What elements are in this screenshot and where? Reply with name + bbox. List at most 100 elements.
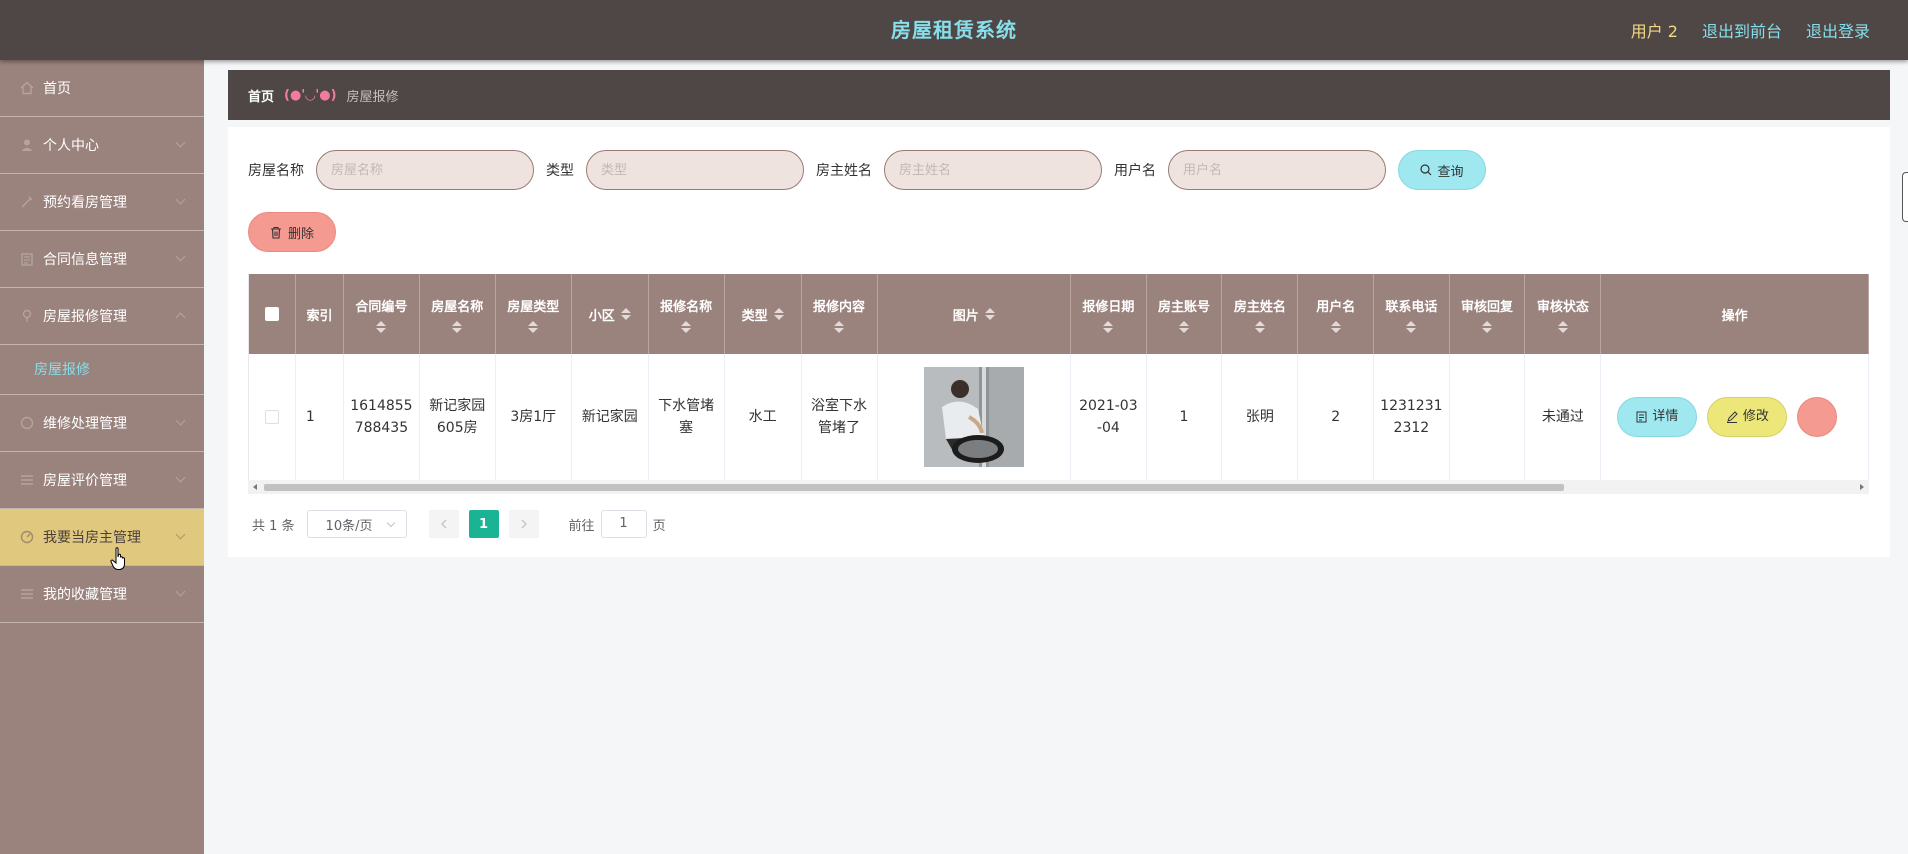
edit-button[interactable]: 修改 — [1707, 396, 1788, 437]
user-icon — [20, 138, 34, 152]
next-page-button[interactable] — [508, 510, 539, 538]
column-header-repair-content[interactable]: 报修内容 — [801, 274, 878, 354]
breadcrumb-home[interactable]: 首页 — [248, 86, 274, 105]
sort-icon[interactable] — [1482, 320, 1493, 333]
repair-table: 索引 合同编号 房屋名称 房屋类型 小区 报修名称 类型 报修内容 图片 报修日… — [248, 274, 1869, 486]
column-header-type[interactable]: 类型 — [724, 274, 802, 354]
column-header-owner-name[interactable]: 房主姓名 — [1221, 274, 1299, 354]
sort-icon[interactable] — [1406, 320, 1417, 333]
column-header-house-name[interactable]: 房屋名称 — [419, 274, 496, 354]
sort-icon[interactable] — [681, 320, 692, 333]
column-header-owner-account[interactable]: 房主账号 — [1146, 274, 1223, 354]
sort-icon[interactable] — [1254, 320, 1265, 333]
sort-icon[interactable] — [1103, 320, 1114, 333]
cell-image — [877, 354, 1072, 481]
sidebar-item-appointment[interactable]: 预约看房管理 — [0, 174, 204, 231]
select-all-checkbox[interactable] — [264, 307, 279, 321]
edit-button-label: 修改 — [1742, 408, 1769, 424]
cell-username: 2 — [1297, 354, 1375, 481]
type-input[interactable] — [586, 150, 804, 190]
row-checkbox-cell — [249, 354, 296, 481]
sort-icon[interactable] — [452, 320, 463, 333]
sidebar-subitem-house-repair[interactable]: 房屋报修 — [0, 345, 204, 395]
filter-label-house-name: 房屋名称 — [248, 163, 304, 179]
home-icon — [20, 81, 34, 95]
page-size-select[interactable]: 10条/页 — [306, 510, 407, 538]
page-number-button[interactable]: 1 — [468, 510, 499, 538]
side-scroll-handle[interactable] — [1902, 172, 1908, 222]
cell-house-name: 新记家园605房 — [419, 354, 496, 481]
column-header-image[interactable]: 图片 — [877, 274, 1072, 354]
prev-page-button[interactable] — [428, 510, 459, 538]
sort-icon[interactable] — [1179, 320, 1190, 333]
tool-icon — [20, 416, 34, 430]
column-header-review-reply[interactable]: 审核回复 — [1449, 274, 1526, 354]
table-horizontal-scrollbar[interactable] — [248, 480, 1869, 494]
sidebar-item-favorites[interactable]: 我的收藏管理 — [0, 566, 204, 623]
calendar-icon — [20, 195, 34, 209]
sidebar-item-personal-center[interactable]: 个人中心 — [0, 117, 204, 174]
chevron-down-icon — [175, 251, 186, 262]
sidebar-item-repair[interactable]: 房屋报修管理 — [0, 288, 204, 345]
column-header-review-status[interactable]: 审核状态 — [1524, 274, 1602, 354]
scroll-right-arrow-icon[interactable] — [1860, 484, 1864, 490]
column-header-index: 索引 — [295, 274, 345, 354]
cell-repair-content: 浴室下水管堵了 — [801, 354, 878, 481]
detail-button[interactable]: 详情 — [1617, 396, 1698, 437]
sort-icon[interactable] — [984, 308, 995, 320]
cell-repair-name: 下水管堵塞 — [648, 354, 725, 481]
house-name-input[interactable] — [316, 150, 534, 190]
sidebar-item-label: 首页 — [43, 81, 71, 97]
scrollbar-thumb[interactable] — [264, 484, 1564, 491]
chevron-down-icon — [175, 529, 186, 540]
filter-label-type: 类型 — [546, 163, 574, 179]
delete-row-button[interactable] — [1797, 396, 1838, 437]
sort-icon[interactable] — [1330, 320, 1341, 333]
filter-label-username: 用户名 — [1114, 163, 1156, 179]
chevron-up-icon — [175, 312, 186, 323]
query-button-label: 查询 — [1437, 164, 1464, 180]
sort-icon[interactable] — [834, 320, 845, 333]
column-header-house-type[interactable]: 房屋类型 — [495, 274, 572, 354]
sidebar-item-review[interactable]: 房屋评价管理 — [0, 452, 204, 509]
row-checkbox[interactable] — [264, 409, 279, 424]
sidebar-item-label: 我的收藏管理 — [43, 587, 127, 603]
chevron-down-icon — [175, 415, 186, 426]
sidebar-item-home[interactable]: 首页 — [0, 60, 204, 117]
cell-owner-name: 张明 — [1221, 354, 1299, 481]
column-header-phone[interactable]: 联系电话 — [1373, 274, 1450, 354]
cell-date: 2021-03-04 — [1070, 354, 1147, 481]
delete-button[interactable]: 删除 — [248, 212, 336, 252]
cell-owner-account: 1 — [1146, 354, 1223, 481]
scroll-left-arrow-icon[interactable] — [253, 484, 257, 490]
app-title: 房屋租赁系统 — [891, 18, 1017, 42]
sort-icon[interactable] — [773, 308, 784, 320]
page-size-value: 10条/页 — [325, 518, 373, 534]
document-icon — [1636, 411, 1647, 423]
query-button[interactable]: 查询 — [1398, 150, 1486, 190]
sort-icon[interactable] — [376, 320, 387, 333]
sort-icon[interactable] — [1557, 320, 1568, 333]
column-header-community[interactable]: 小区 — [571, 274, 649, 354]
back-to-frontend-link[interactable]: 退出到前台 — [1702, 18, 1782, 42]
sidebar-item-contract[interactable]: 合同信息管理 — [0, 231, 204, 288]
sidebar-item-maintenance[interactable]: 维修处理管理 — [0, 395, 204, 452]
repair-photo[interactable] — [923, 366, 1024, 467]
logout-link[interactable]: 退出登录 — [1806, 18, 1870, 42]
column-header-contract-no[interactable]: 合同编号 — [343, 274, 420, 354]
sort-icon[interactable] — [620, 308, 631, 320]
username-input[interactable] — [1168, 150, 1386, 190]
cell-actions: 详情 修改 — [1600, 354, 1869, 481]
column-header-actions: 操作 — [1600, 274, 1869, 354]
column-header-date[interactable]: 报修日期 — [1070, 274, 1147, 354]
dashboard-icon — [20, 530, 34, 544]
sort-icon[interactable] — [528, 320, 539, 333]
sidebar-item-label: 我要当房主管理 — [43, 530, 141, 546]
goto-page-input[interactable]: 1 — [600, 510, 647, 538]
column-header-repair-name[interactable]: 报修名称 — [648, 274, 725, 354]
sidebar-item-become-owner[interactable]: 我要当房主管理 — [0, 509, 204, 566]
cell-house-type: 3房1厅 — [495, 354, 572, 481]
owner-name-input[interactable] — [884, 150, 1102, 190]
column-header-username[interactable]: 用户名 — [1297, 274, 1375, 354]
chevron-left-icon — [440, 519, 447, 529]
